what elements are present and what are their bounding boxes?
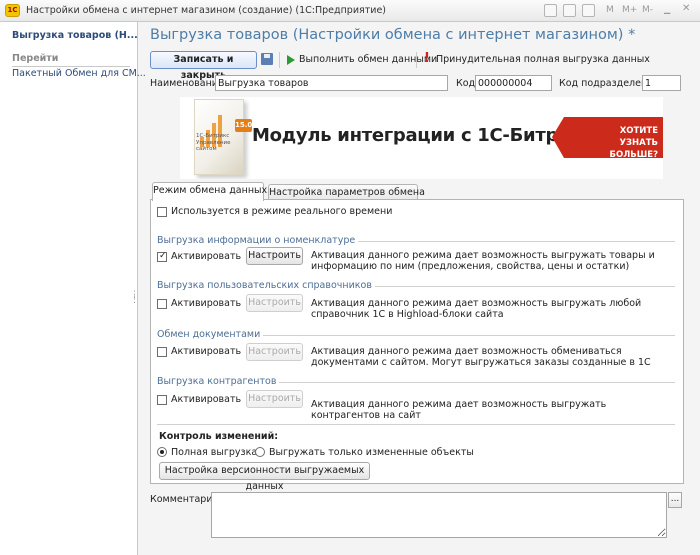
tab-panel: Используется в режиме реального времени … [150,199,684,492]
nomenclature-description: Активация данного режима дает возможност… [311,250,655,272]
group-heading-documents: Обмен документами [157,329,264,340]
product-box-label: 1С-Битрикс Управление сайтом [196,133,231,152]
documents-description: Активация данного режима дает возможност… [311,346,651,368]
toolbar-separator [416,52,417,68]
star-icon[interactable] [544,4,557,17]
counterparties-description: Активация данного режима дает возможност… [311,399,607,421]
activate-documents-label: Активировать [171,346,242,357]
name-field[interactable] [215,75,448,91]
sidebar-divider [12,66,130,67]
calculator-icon[interactable] [582,4,595,17]
changed-only-radio[interactable] [255,447,265,457]
memory-minus-button[interactable]: M- [642,5,653,15]
check-icon: ✓ [159,251,167,261]
close-icon[interactable]: ✕ [682,3,690,14]
comment-select-button[interactable]: ... [668,492,682,508]
activate-nomenclature-checkbox[interactable]: ✓ [157,251,167,262]
learn-more-button[interactable]: ХОТИТЕ УЗНАТЬ БОЛЬШЕ? [552,117,663,161]
app-logo-icon: 1С [5,4,20,17]
activate-counterparties-label: Активировать [171,394,242,405]
promo-banner[interactable]: 1С-Битрикс Управление сайтом 15.0 Модуль… [180,97,663,179]
window-title: Настройки обмена с интернет магазином (с… [26,5,386,16]
full-upload-label: Полная выгрузка [171,447,258,458]
group-divider [157,424,675,425]
memory-plus-button[interactable]: M+ [622,5,637,15]
activate-nomenclature-label: Активировать [171,251,242,262]
activate-directories-label: Активировать [171,298,242,309]
realtime-checkbox[interactable] [157,207,167,217]
activate-directories-checkbox[interactable] [157,299,167,309]
play-icon[interactable] [287,55,295,65]
code-field[interactable] [475,75,552,91]
version-badge: 15.0 [235,119,252,132]
activate-documents-checkbox[interactable] [157,347,167,357]
save-close-button[interactable]: Записать и закрыть [150,51,257,81]
activate-counterparties-checkbox[interactable] [157,395,167,405]
configure-counterparties-button[interactable]: Настроить [246,390,303,408]
sidebar: Выгрузка товаров (Н... Перейти Пакетный … [0,22,146,555]
sidebar-heading[interactable]: Выгрузка товаров (Н... [12,30,138,41]
subdivision-code-field[interactable] [642,75,681,91]
group-heading-nomenclature: Выгрузка информации о номенклатуре [157,235,359,246]
title-bar: 1С Настройки обмена с интернет магазином… [0,0,700,22]
versioning-settings-button[interactable]: Настройка версионности выгружаемых данны… [159,462,370,492]
force-full-upload-button[interactable]: Принудительная полная выгрузка данных [436,54,650,65]
configure-documents-button[interactable]: Настроить [246,343,303,361]
configure-directories-button[interactable]: Настроить [246,294,303,312]
directories-description: Активация данного режима дает возможност… [311,298,642,320]
exclamation-icon: ! [424,51,430,66]
realtime-label: Используется в режиме реального времени [171,206,393,217]
document-icon[interactable] [563,4,576,17]
sidebar-section-goto: Перейти [12,53,59,64]
toolbar-separator [279,52,280,68]
minimize-icon[interactable]: ▁ [664,5,670,14]
learn-more-label: ХОТИТЕ УЗНАТЬ БОЛЬШЕ? [570,125,658,161]
form-title: Выгрузка товаров (Настройки обмена с инт… [150,27,636,43]
change-control-heading: Контроль изменений: [159,431,279,442]
cta-line-2: УЗНАТЬ БОЛЬШЕ? [609,138,658,160]
changed-only-label: Выгружать только измененные объекты [269,447,474,458]
save-icon[interactable] [261,53,273,65]
memory-button[interactable]: M [606,5,614,15]
group-heading-counterparties: Выгрузка контрагентов [157,376,280,387]
radio-selected-dot [160,450,164,454]
comment-field[interactable] [211,492,667,538]
cta-line-1: ХОТИТЕ [619,126,658,136]
sidebar-item-batch-exchange[interactable]: Пакетный Обмен для СМ... [12,68,146,79]
configure-nomenclature-button[interactable]: Настроить [246,247,303,265]
splitter-handle[interactable]: ⋮ ⋮ [130,291,139,305]
tab-exchange-params[interactable]: Настройка параметров обмена [268,184,425,200]
tab-exchange-mode[interactable]: Режим обмена данных [152,182,267,201]
group-heading-custom-directories: Выгрузка пользовательских справочников [157,280,375,291]
full-upload-radio[interactable] [157,447,167,457]
